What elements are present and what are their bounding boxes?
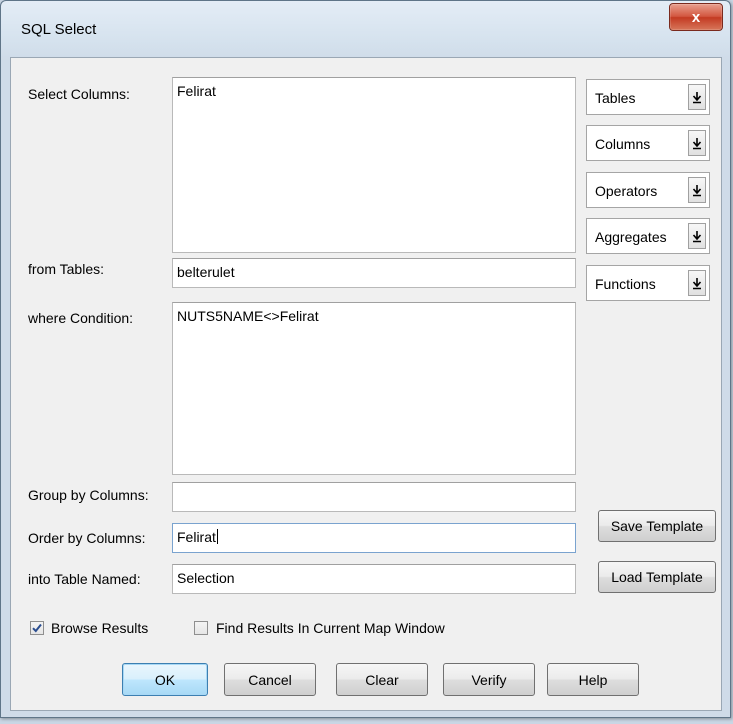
order-by-label: Order by Columns: [28,530,146,546]
aggregates-dropdown-label: Aggregates [595,229,667,245]
save-template-label: Save Template [610,518,704,534]
arrow-down-icon [692,230,702,242]
order-by-input[interactable]: Felirat [172,523,576,553]
aggregates-dropdown[interactable]: Aggregates [586,218,710,254]
verify-button-label: Verify [471,671,507,688]
load-template-button[interactable]: Load Template [598,561,716,593]
where-condition-label: where Condition: [28,310,134,326]
columns-dropdown[interactable]: Columns [586,125,710,161]
into-table-label: into Table Named: [28,571,141,587]
help-button[interactable]: Help [547,663,639,696]
tables-dropdown-label: Tables [595,90,636,106]
columns-dropdown-arrow[interactable] [688,130,706,156]
functions-dropdown-label: Functions [595,276,656,292]
functions-dropdown-arrow[interactable] [688,270,706,296]
browse-results-label[interactable]: Browse Results [51,620,148,636]
sql-select-dialog: SQL Select x Select Columns: from Tables… [0,0,731,718]
cancel-button[interactable]: Cancel [224,663,316,696]
operators-dropdown-label: Operators [595,183,658,199]
group-by-input[interactable] [172,482,576,512]
into-table-input[interactable]: Selection [172,564,576,594]
close-button[interactable]: x [669,3,723,31]
into-table-value: Selection [177,570,235,586]
ok-button[interactable]: OK [122,663,208,696]
functions-dropdown[interactable]: Functions [586,265,710,301]
clear-button-label: Clear [365,671,399,688]
aggregates-dropdown-arrow[interactable] [688,223,706,249]
text-cursor [216,529,218,544]
select-columns-value: Felirat [177,83,216,99]
browse-results-checkbox[interactable] [30,621,44,635]
operators-dropdown-arrow[interactable] [688,177,706,203]
arrow-down-icon [692,91,702,103]
arrow-down-icon [692,277,702,289]
window-title: SQL Select [21,21,97,38]
where-condition-value: NUTS5NAME<>Felirat [177,308,319,324]
group-by-label: Group by Columns: [28,487,149,503]
operators-dropdown[interactable]: Operators [586,172,710,208]
arrow-down-icon [692,137,702,149]
where-condition-textarea[interactable]: NUTS5NAME<>Felirat [172,302,576,475]
arrow-down-icon [692,184,702,196]
from-tables-label: from Tables: [28,261,104,277]
ok-button-label: OK [154,671,176,688]
verify-button[interactable]: Verify [443,663,535,696]
help-button-label: Help [578,671,608,688]
save-template-button[interactable]: Save Template [598,510,716,542]
load-template-label: Load Template [611,569,703,585]
order-by-value: Felirat [177,529,216,545]
select-columns-label: Select Columns: [28,86,130,102]
tables-dropdown-arrow[interactable] [688,84,706,110]
title-bar[interactable]: SQL Select x [1,1,730,57]
cancel-button-label: Cancel [248,671,292,688]
find-results-checkbox[interactable] [194,621,208,635]
clear-button[interactable]: Clear [336,663,428,696]
close-icon: x [691,8,701,26]
checkmark-icon [32,623,42,633]
find-results-label[interactable]: Find Results In Current Map Window [216,620,445,636]
from-tables-value: belterulet [177,264,235,280]
dialog-body: Select Columns: from Tables: where Condi… [10,57,722,711]
columns-dropdown-label: Columns [595,136,651,152]
select-columns-textarea[interactable]: Felirat [172,77,576,253]
from-tables-input[interactable]: belterulet [172,258,576,288]
tables-dropdown[interactable]: Tables [586,79,710,115]
